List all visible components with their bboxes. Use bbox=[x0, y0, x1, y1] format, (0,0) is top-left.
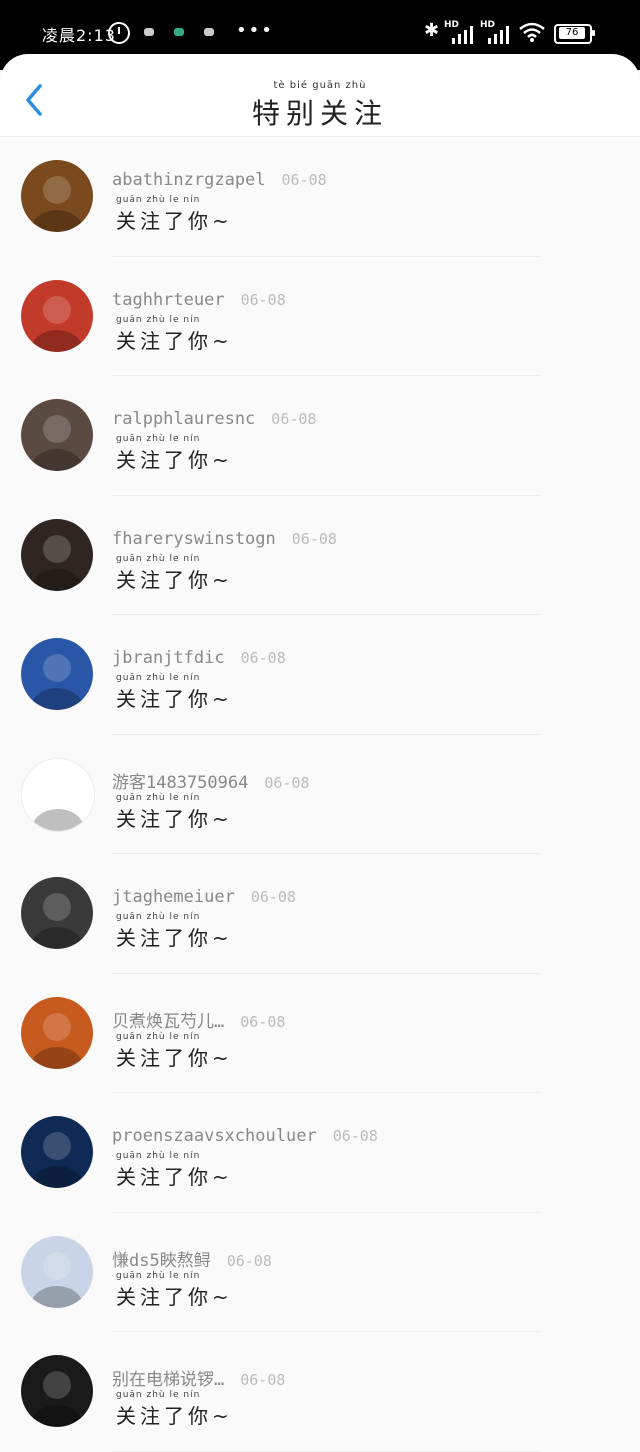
follow-date: 06-08 bbox=[240, 290, 286, 309]
follow-message: 关注了你~ bbox=[116, 687, 233, 711]
follow-message: 关注了你~ bbox=[116, 1404, 233, 1428]
list-item[interactable]: 慊ds5䀹熬鲟 06-08 guān zhù le nín 关注了你~ bbox=[0, 1213, 640, 1332]
battery-icon: 76 bbox=[554, 24, 595, 44]
app-notification-icon bbox=[144, 28, 154, 36]
follower-name[interactable]: 别在电梯说锣… 06-08 bbox=[112, 1365, 285, 1390]
clock: 凌晨2:13 bbox=[42, 26, 116, 45]
message-pinyin: guān zhù le nín bbox=[116, 553, 201, 564]
follow-date: 06-08 bbox=[271, 410, 317, 428]
follower-name[interactable]: jtaghemeiuer 06-08 bbox=[112, 887, 296, 907]
avatar[interactable] bbox=[21, 1355, 93, 1427]
username: 游客1483750964 bbox=[112, 772, 249, 793]
follow-message: 关注了你~ bbox=[116, 1284, 233, 1309]
more-notifications-icon: ••• bbox=[236, 20, 274, 41]
follower-name[interactable]: abathinzrgzapel 06-08 bbox=[112, 170, 327, 190]
bluetooth-icon: ✱ bbox=[424, 20, 440, 41]
avatar[interactable] bbox=[21, 757, 95, 832]
list-item[interactable]: proenszaavsxchouluer 06-08 guān zhù le nín… bbox=[0, 1093, 640, 1213]
avatar[interactable] bbox=[21, 279, 93, 352]
list-item[interactable]: abathinzrgzapel 06-08 guān zhù le nín 关注了你~ bbox=[0, 137, 640, 257]
username: proenszaavsxchouluer bbox=[112, 1126, 317, 1146]
follow-date: 06-08 bbox=[240, 1012, 286, 1031]
wifi-icon bbox=[519, 22, 545, 42]
message-pinyin: guān zhù le nín bbox=[116, 792, 201, 803]
message-pinyin: guān zhù le nín bbox=[116, 912, 201, 922]
follow-date: 06-08 bbox=[240, 1371, 286, 1389]
message-pinyin: guān zhù le nín bbox=[116, 314, 201, 325]
follower-name[interactable]: ralpphlauresnc 06-08 bbox=[112, 409, 316, 429]
follower-name[interactable]: 慊ds5䀹熬鲟 06-08 bbox=[112, 1246, 272, 1271]
follower-name[interactable]: proenszaavsxchouluer 06-08 bbox=[112, 1126, 378, 1146]
username: 慊ds5䀹熬鲟 bbox=[112, 1250, 211, 1271]
follower-list: abathinzrgzapel 06-08 guān zhù le nín 关注了你~… bbox=[0, 137, 640, 1452]
follower-name[interactable]: fhareryswinstogn 06-08 bbox=[112, 529, 337, 549]
message-pinyin: guān zhù le nín bbox=[116, 195, 201, 205]
message-pinyin: guān zhù le nín bbox=[116, 1390, 201, 1400]
avatar[interactable] bbox=[21, 1116, 93, 1188]
follow-message: 关注了你~ bbox=[116, 806, 233, 831]
message-pinyin: guān zhù le nín bbox=[116, 1270, 201, 1281]
follow-date: 06-08 bbox=[264, 773, 310, 792]
follow-date: 06-08 bbox=[281, 171, 327, 189]
follower-name[interactable]: 贝煮焕瓦芍儿… 06-08 bbox=[112, 1007, 285, 1032]
list-item[interactable]: jtaghemeiuer 06-08 guān zhù le nín 关注了你~ bbox=[0, 854, 640, 974]
app-notification-icon bbox=[174, 28, 184, 36]
follow-message: 关注了你~ bbox=[116, 209, 233, 233]
message-pinyin: guān zhù le nín bbox=[116, 434, 201, 444]
list-item[interactable]: taghhrteuer 06-08 guān zhù le nín 关注了你~ bbox=[0, 257, 640, 376]
app-notification-icon bbox=[204, 28, 214, 36]
signal-icon: HD bbox=[444, 20, 478, 44]
follow-message: 关注了你~ bbox=[116, 567, 233, 592]
follower-name[interactable]: taghhrteuer 06-08 bbox=[112, 290, 286, 310]
list-item[interactable]: ralpphlauresnc 06-08 guān zhù le nín 关注了你~ bbox=[0, 376, 640, 496]
follow-message: 关注了你~ bbox=[116, 448, 233, 472]
avatar[interactable] bbox=[21, 996, 93, 1069]
avatar[interactable] bbox=[21, 638, 93, 710]
follow-date: 06-08 bbox=[291, 529, 337, 548]
follow-message: 关注了你~ bbox=[116, 926, 233, 950]
follow-message: 关注了你~ bbox=[116, 328, 233, 353]
signal-icon: HD bbox=[480, 20, 514, 44]
page-title: 特别关注 bbox=[251, 97, 388, 130]
username: 别在电梯说锣… bbox=[112, 1370, 225, 1390]
list-item[interactable]: fhareryswinstogn 06-08 guān zhù le nín 关注了你… bbox=[0, 496, 640, 615]
avatar[interactable] bbox=[21, 518, 93, 591]
follow-message: 关注了你~ bbox=[116, 1045, 233, 1070]
follower-name[interactable]: jbranjtfdic 06-08 bbox=[112, 648, 286, 668]
avatar[interactable] bbox=[21, 877, 93, 949]
battery-level: 76 bbox=[559, 27, 585, 39]
username: 贝煮焕瓦芍儿… bbox=[112, 1011, 225, 1032]
username: taghhrteuer bbox=[112, 289, 225, 310]
avatar[interactable] bbox=[21, 399, 93, 471]
follow-date: 06-08 bbox=[332, 1127, 378, 1145]
follow-date: 06-08 bbox=[226, 1251, 272, 1270]
divider bbox=[112, 1450, 540, 1452]
list-item[interactable]: 贝煮焕瓦芍儿… 06-08 guān zhù le nín 关注了你~ bbox=[0, 974, 640, 1093]
follower-name[interactable]: 游客1483750964 06-08 bbox=[112, 768, 310, 793]
avatar[interactable] bbox=[21, 1235, 93, 1308]
follow-message: 关注了你~ bbox=[116, 1165, 233, 1189]
page-title-pinyin: tè bié guān zhù bbox=[273, 80, 367, 91]
follow-date: 06-08 bbox=[250, 888, 296, 906]
username: abathinzrgzapel bbox=[112, 170, 266, 190]
list-item[interactable]: 游客1483750964 06-08 guān zhù le nín 关注了你~ bbox=[0, 735, 640, 854]
list-item[interactable]: 别在电梯说锣… 06-08 guān zhù le nín 关注了你~ bbox=[0, 1332, 640, 1452]
message-pinyin: guān zhù le nín bbox=[116, 1151, 201, 1161]
list-item[interactable]: jbranjtfdic 06-08 guān zhù le nín 关注了你~ bbox=[0, 615, 640, 735]
avatar[interactable] bbox=[21, 160, 93, 232]
message-pinyin: guān zhù le nín bbox=[116, 1031, 201, 1042]
username: fhareryswinstogn bbox=[112, 528, 276, 549]
username: ralpphlauresnc bbox=[112, 409, 256, 429]
alarm-icon bbox=[108, 22, 130, 44]
username: jbranjtfdic bbox=[112, 648, 225, 668]
header: tè bié guān zhù 特别关注 bbox=[0, 54, 640, 137]
username: jtaghemeiuer bbox=[112, 887, 235, 907]
follow-date: 06-08 bbox=[240, 649, 286, 667]
message-pinyin: guān zhù le nín bbox=[116, 673, 201, 683]
